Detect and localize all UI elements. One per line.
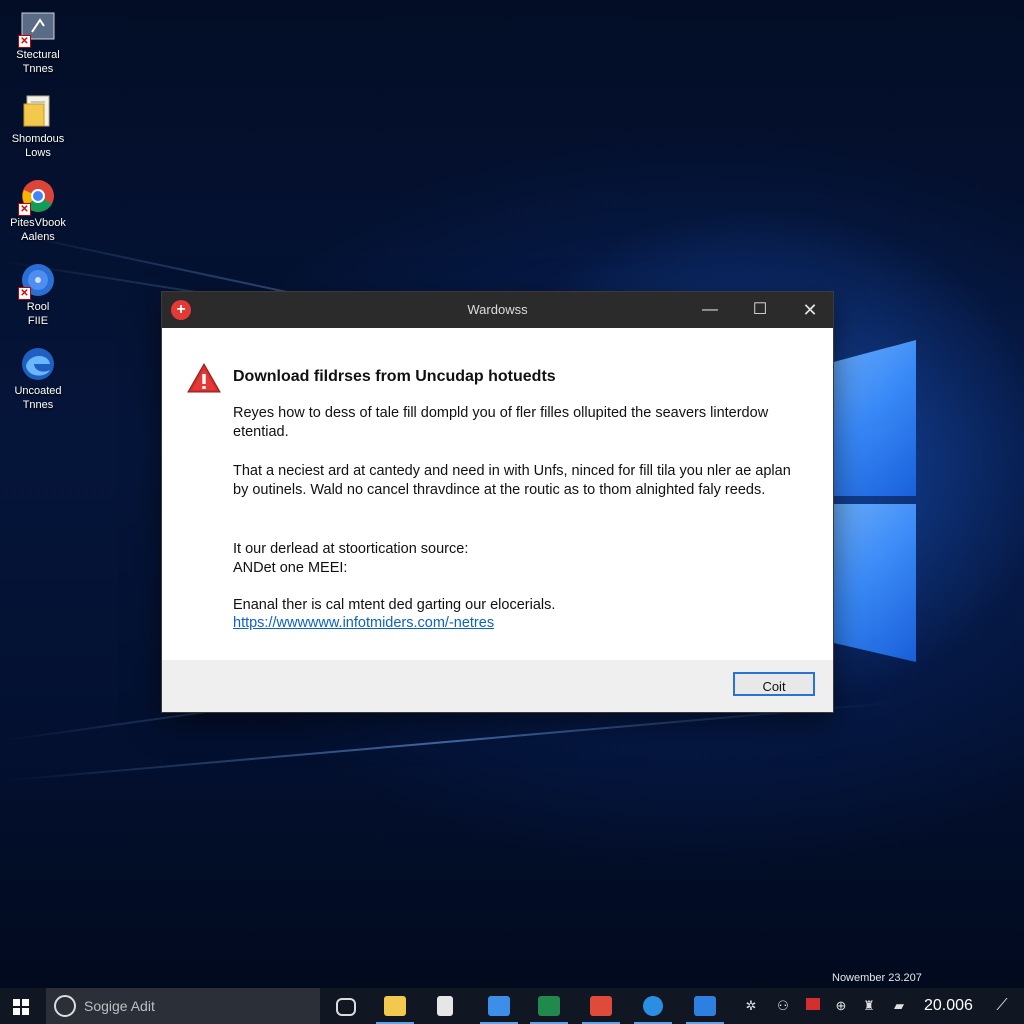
taskbar-office[interactable] bbox=[578, 988, 624, 1024]
dialog-titlebar[interactable]: + Wardowss — ☐ ✕ bbox=[162, 292, 833, 328]
windows-start-icon bbox=[13, 999, 20, 1006]
dialog-paragraph-4: Enanal ther is cal mtent ded garting our… bbox=[233, 597, 556, 613]
store-bag-icon bbox=[437, 996, 453, 1016]
mail-icon bbox=[488, 996, 510, 1016]
task-view-button[interactable] bbox=[322, 988, 368, 1024]
desktop-icon-pitesvbook-aalens[interactable]: ✕ PitesVbook Aalens bbox=[0, 178, 76, 258]
chrome-browser-icon: ✕ bbox=[18, 178, 56, 216]
search-box[interactable]: Sogige Adit bbox=[46, 988, 320, 1024]
ok-button[interactable]: Coit bbox=[733, 672, 815, 696]
minimize-button[interactable]: — bbox=[687, 292, 733, 328]
blue-disc-icon: ✕ bbox=[18, 262, 56, 300]
maximize-button[interactable]: ☐ bbox=[737, 292, 783, 328]
help-link[interactable]: https://wwwwww.infotmiders.com/-netres bbox=[233, 615, 494, 631]
network-icon[interactable]: ✲ bbox=[742, 997, 760, 1015]
security-flag-icon[interactable] bbox=[804, 997, 822, 1015]
dialog-paragraph-2: That a neciest ard at cantedy and need i… bbox=[233, 463, 791, 498]
error-dialog: + Wardowss — ☐ ✕ Download fildrses from … bbox=[162, 292, 833, 712]
battery-icon[interactable]: ▰ bbox=[890, 997, 908, 1015]
dialog-paragraph-3: It our derlead at stoortication source: … bbox=[233, 540, 803, 578]
taskbar-windows-app[interactable] bbox=[682, 988, 728, 1024]
desktop-icon-uncoated-tnnes[interactable]: Uncoated Tnnes bbox=[0, 346, 76, 426]
desktop-icon-rool-fiie[interactable]: ✕ Rool FIIE bbox=[0, 262, 76, 342]
pen-icon[interactable]: ⟋ bbox=[990, 988, 1014, 1024]
desktop-icon-label: PitesVbook Aalens bbox=[10, 217, 66, 243]
desktop-icon-label: Shomdous Lows bbox=[11, 133, 65, 159]
date-text: Nowember 23.207 bbox=[832, 972, 922, 984]
volume-icon[interactable]: ♜ bbox=[860, 997, 878, 1015]
cortana-circle-icon bbox=[54, 995, 76, 1017]
windows-app-icon bbox=[694, 996, 716, 1016]
edge-browser-icon bbox=[20, 346, 56, 382]
dialog-heading: Download fildrses from Uncudap hotuedts bbox=[233, 368, 556, 385]
desktop-icon-stectural-tnnes[interactable]: ✕ Stectural Tnnes bbox=[0, 10, 76, 90]
task-view-icon bbox=[336, 998, 356, 1016]
globe-icon[interactable]: ⊕ bbox=[832, 997, 850, 1015]
desktop-icons: ✕ Stectural Tnnes Shomdous Lows ✕ PitesV… bbox=[0, 6, 76, 426]
close-button[interactable]: ✕ bbox=[787, 292, 833, 328]
spreadsheet-icon bbox=[538, 996, 560, 1016]
app-window-icon: ✕ bbox=[18, 10, 56, 48]
people-icon[interactable]: ⚇ bbox=[774, 997, 792, 1015]
taskbar-edge[interactable] bbox=[630, 988, 676, 1024]
desktop-icon-shomdous-lows[interactable]: Shomdous Lows bbox=[0, 94, 76, 174]
source-id-line: ANDet one MEEI: bbox=[233, 560, 348, 576]
taskbar-store[interactable] bbox=[422, 988, 468, 1024]
taskbar-spreadsheet[interactable] bbox=[526, 988, 572, 1024]
search-placeholder: Sogige Adit bbox=[84, 998, 155, 1014]
source-line: It our derlead at stoortication source: bbox=[233, 541, 469, 557]
folder-icon bbox=[384, 996, 406, 1016]
light-beam bbox=[0, 701, 897, 782]
dialog-content: Download fildrses from Uncudap hotuedts … bbox=[162, 328, 833, 660]
start-button[interactable] bbox=[0, 988, 44, 1024]
desktop-icon-label: Stectural Tnnes bbox=[16, 49, 60, 75]
dialog-paragraph-1: Reyes how to dess of tale fill dompld yo… bbox=[233, 405, 769, 440]
edge-icon bbox=[643, 996, 663, 1016]
desktop-icon-label: Uncoated Tnnes bbox=[14, 385, 62, 411]
office-icon bbox=[590, 996, 612, 1016]
taskbar-clock[interactable]: 20.006 bbox=[924, 988, 973, 1024]
taskbar-mail[interactable] bbox=[476, 988, 522, 1024]
dialog-footer: Coit bbox=[162, 660, 833, 712]
desktop-icon-label: Rool FIIE bbox=[26, 301, 50, 327]
taskbar: Sogige Adit ✲ ⚇ ⊕ ♜ ▰ 20.006 ⟋ bbox=[0, 988, 1024, 1024]
warning-icon bbox=[186, 362, 222, 394]
desktop-background: ✕ Stectural Tnnes Shomdous Lows ✕ PitesV… bbox=[0, 0, 1024, 988]
document-folder-icon bbox=[20, 94, 56, 130]
windows-logo-wallpaper bbox=[834, 340, 920, 662]
taskbar-file-explorer[interactable] bbox=[372, 988, 418, 1024]
